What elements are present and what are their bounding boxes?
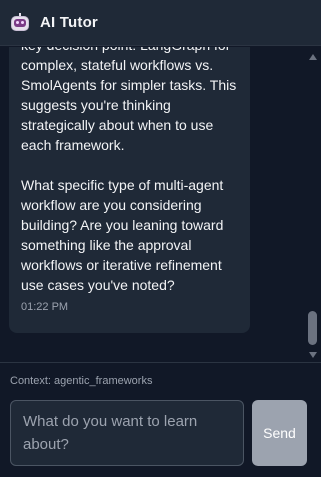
ai-tutor-app: AI Tutor key decision point: LangGraph f…	[0, 0, 321, 477]
message-line: key decision point: LangGraph for	[21, 47, 238, 55]
message-line: What specific type of multi-agent	[21, 177, 224, 193]
question-input[interactable]	[10, 400, 244, 466]
robot-icon	[10, 12, 30, 33]
scroll-down-icon[interactable]	[309, 352, 317, 358]
message-line: workflow are you considering	[21, 197, 202, 213]
context-label: Context: agentic_frameworks	[10, 375, 153, 387]
assistant-message: key decision point: LangGraph for comple…	[9, 47, 250, 333]
message-timestamp: 01:22 PM	[21, 301, 69, 313]
scroll-up-icon[interactable]	[309, 54, 317, 60]
chat-scrollbar[interactable]	[305, 47, 321, 360]
message-line: something like the approval	[21, 237, 192, 253]
message-line: strategically about when to use	[21, 117, 214, 133]
message-line: use cases you've noted?	[21, 277, 175, 293]
scrollbar-thumb[interactable]	[308, 311, 317, 345]
message-line: workflows or iterative refinement	[21, 257, 222, 273]
message-line: each framework.	[21, 137, 125, 153]
app-title: AI Tutor	[40, 14, 98, 31]
send-button[interactable]: Send	[252, 400, 307, 466]
header: AI Tutor	[0, 0, 321, 46]
message-line: suggests you're thinking	[21, 97, 171, 113]
message-line: building? Are you leaning toward	[21, 217, 224, 233]
message-line: complex, stateful workflows vs.	[21, 57, 214, 73]
input-area: Context: agentic_frameworks Send	[0, 362, 321, 477]
chat-messages[interactable]: key decision point: LangGraph for comple…	[0, 47, 321, 360]
message-line: SmolAgents for simpler tasks. This	[21, 77, 237, 93]
